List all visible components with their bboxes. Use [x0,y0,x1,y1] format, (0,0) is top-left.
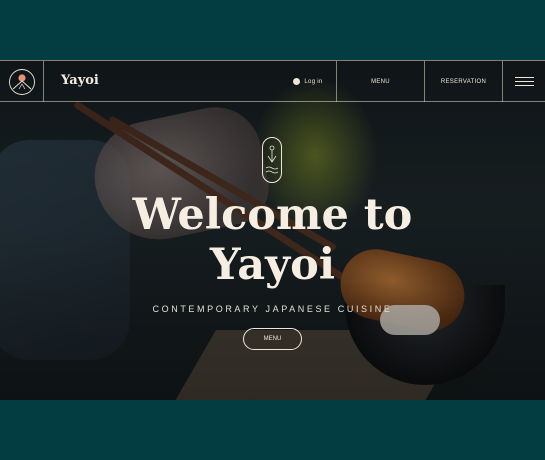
nav-menu-label: MENU [371,78,390,85]
reservation-link[interactable]: RESERVATION [424,61,502,102]
hero-title-line1: Welcome to [132,190,413,240]
hero-menu-button-label: MENU [263,336,282,342]
hero-menu-button[interactable]: MENU [243,328,302,350]
mountain-sun-icon [8,68,35,95]
brand-name[interactable]: Yayoi [61,73,99,88]
hamburger-button[interactable] [502,61,545,102]
reservation-label: RESERVATION [440,78,487,85]
login-link[interactable]: Log in [280,61,336,102]
site-frame: Yayoi Log in MENU RESERVATION Welcome to… [0,60,545,400]
hero-subtitle: CONTEMPORARY JAPANESE CUISINE [152,304,393,314]
hamburger-menu-icon [514,74,534,89]
user-icon [293,78,301,85]
nav-menu-link[interactable]: MENU [336,61,424,102]
login-label: Log in [304,78,323,85]
top-nav: Yayoi Log in MENU RESERVATION [0,60,545,102]
anchor-waves-icon [262,137,282,183]
hero-title-line2: Yayoi [209,240,336,290]
logo-link[interactable] [0,61,44,102]
